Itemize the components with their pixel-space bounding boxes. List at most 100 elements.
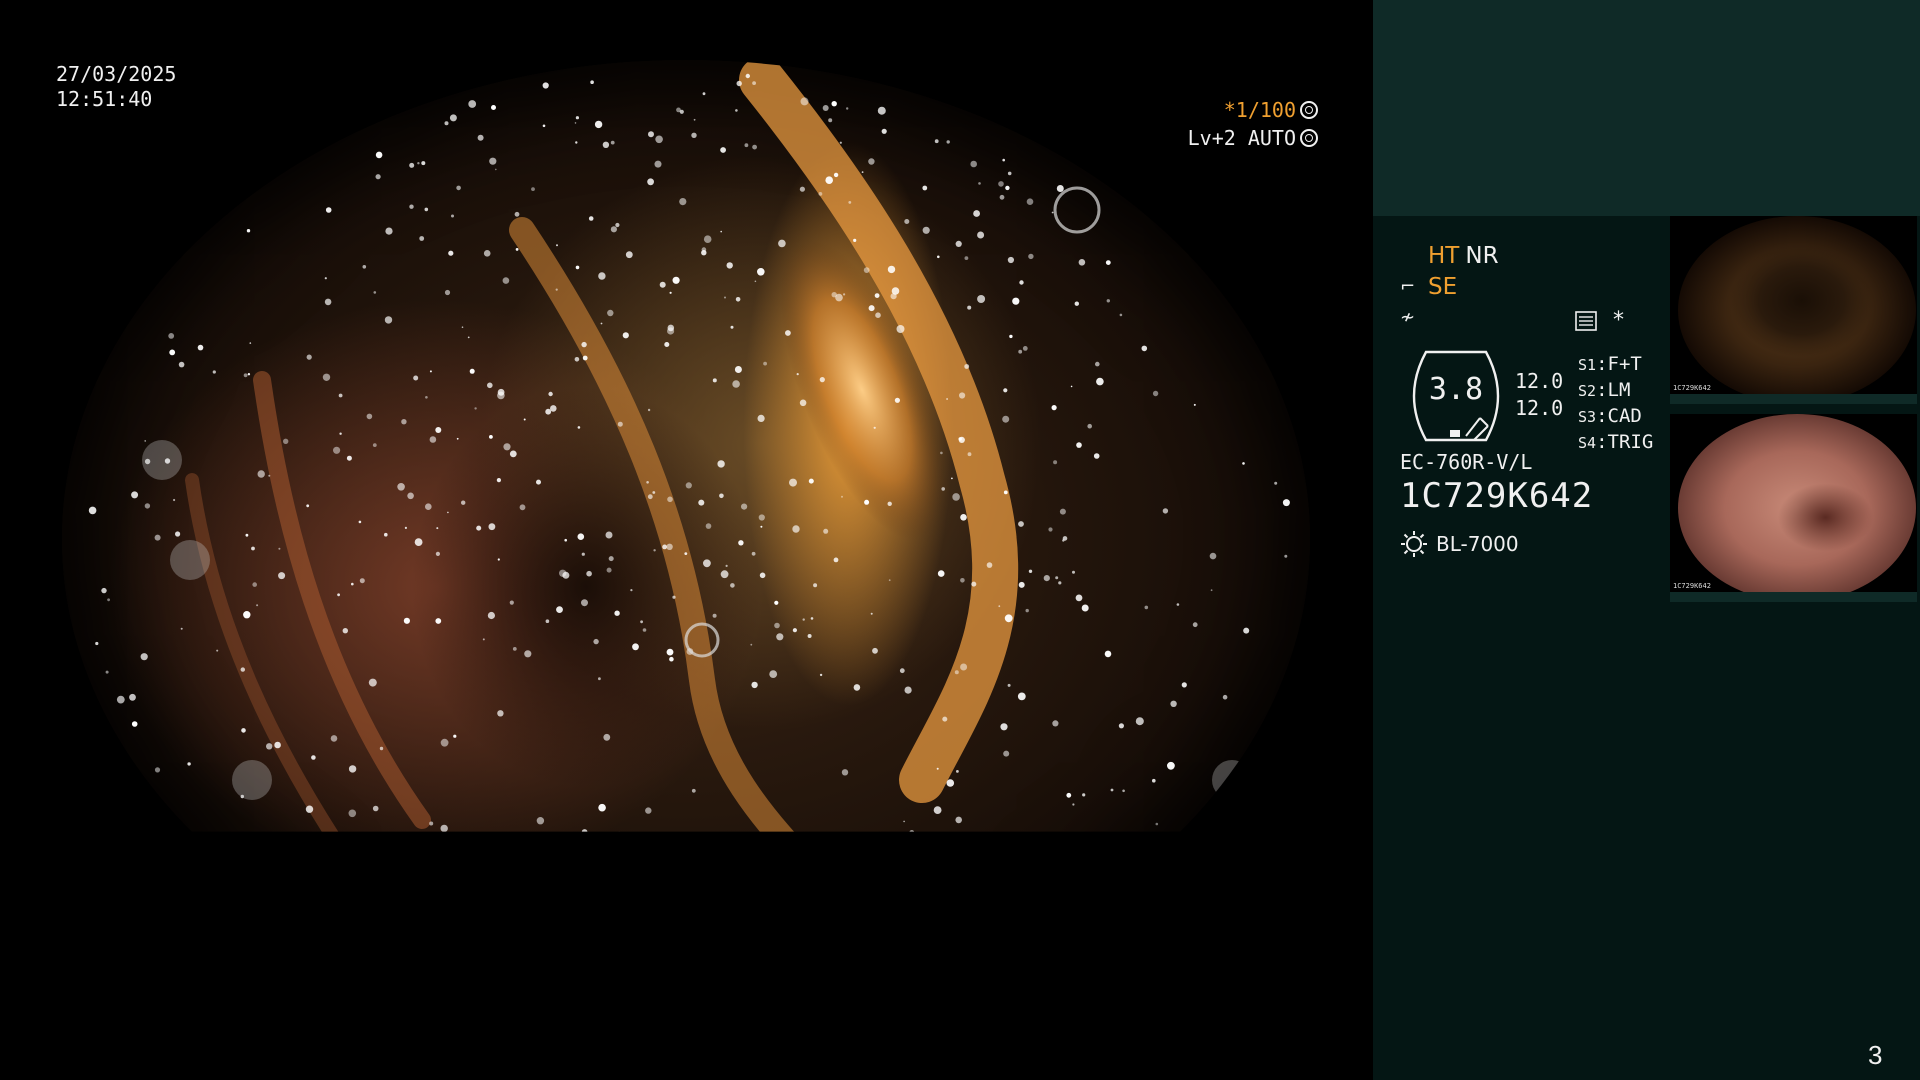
scope-number-1: 12.0 [1515, 369, 1564, 393]
specular-highlight [794, 982, 798, 986]
specular-highlight [757, 414, 765, 422]
specular-highlight [508, 974, 514, 980]
specular-highlight [88, 506, 97, 515]
specular-highlight [474, 407, 477, 410]
specular-highlight [899, 668, 905, 674]
specular-highlight [358, 520, 362, 524]
specular-highlight [732, 380, 740, 388]
specular-highlight [564, 538, 567, 542]
specular-highlight [212, 370, 216, 374]
specular-highlight [440, 824, 448, 832]
specular-highlight [536, 817, 545, 825]
info-panel: HT NR ⌐ SE ≁ * 3.8 12.0 12.0 S1:F+T S2:L… [1373, 0, 1920, 1080]
thumbnail-bar [1670, 592, 1917, 602]
specular-highlight [735, 297, 741, 302]
specular-highlight [154, 534, 161, 541]
specular-highlight [853, 238, 857, 242]
endoscopic-view-clip [0, 59, 1380, 986]
scope-gauge: 3.8 [1400, 350, 1512, 442]
specular-highlight [647, 178, 654, 186]
specular-highlight [368, 678, 377, 687]
specular-highlight [1007, 256, 1015, 264]
specular-highlight [1043, 575, 1050, 582]
specular-highlight [497, 558, 500, 561]
specular-highlight [653, 549, 656, 552]
mode-row-se: ⌐ SE [1400, 271, 1700, 302]
specular-highlight [800, 97, 809, 106]
specular-highlight [575, 141, 578, 144]
specular-highlight [904, 686, 912, 694]
specular-highlight [1167, 761, 1175, 770]
specular-highlight [942, 716, 948, 722]
specular-highlight [491, 105, 496, 110]
specular-highlight [698, 499, 705, 506]
specular-highlight [958, 437, 962, 441]
specular-highlight [645, 807, 652, 814]
specular-highlight [1119, 313, 1123, 317]
specular-highlight [808, 478, 814, 484]
specular-highlight [1210, 589, 1213, 592]
specular-highlight [1162, 508, 1169, 514]
specular-highlight [868, 305, 875, 312]
specular-highlight [324, 277, 327, 280]
specular-highlight [590, 80, 594, 84]
specular-highlight [1055, 576, 1059, 580]
specular-highlight [496, 478, 501, 483]
specular-highlight [448, 250, 454, 256]
specular-highlight [325, 207, 332, 213]
specular-highlight [240, 667, 245, 672]
endoscopic-texture [88, 60, 1290, 986]
specular-highlight [467, 336, 470, 339]
specular-highlight [758, 514, 765, 521]
specular-highlight [581, 341, 587, 348]
specular-highlight [864, 499, 870, 505]
specular-highlight [792, 628, 798, 633]
specular-highlight [904, 947, 910, 953]
specular-highlight [1093, 453, 1100, 459]
specular-highlight [825, 176, 833, 184]
specular-highlight [384, 532, 388, 537]
specular-highlight [1066, 792, 1072, 798]
specular-highlight [776, 633, 784, 641]
specular-highlight [409, 204, 414, 209]
date-text: 27/03/2025 [56, 62, 177, 86]
date-time-readout: 27/03/2025 12:51:40 [56, 62, 176, 112]
specular-highlight [955, 816, 962, 824]
specular-highlight [891, 287, 900, 295]
scope-model: EC-760R-V/L [1400, 450, 1533, 474]
specular-highlight [792, 525, 800, 533]
specular-highlight [679, 198, 687, 206]
specular-highlight [738, 540, 744, 546]
specular-highlight [444, 289, 451, 296]
specular-highlight [555, 288, 558, 291]
specular-highlight [909, 830, 915, 832]
specular-highlight [1081, 604, 1089, 612]
specular-highlight [703, 559, 711, 568]
specular-highlight [1110, 836, 1114, 840]
specular-highlight [751, 681, 758, 689]
scope-number-2: 12.0 [1515, 396, 1564, 420]
specular-highlight [877, 106, 886, 115]
specular-highlight [759, 572, 766, 579]
specular-highlight [593, 638, 599, 645]
specular-highlight [1072, 570, 1075, 574]
scope-serial: 1C729K642 [1400, 476, 1594, 516]
specular-highlight [473, 947, 481, 955]
specular-highlight [385, 227, 393, 235]
specular-highlight [252, 582, 257, 587]
captured-thumbnail-1[interactable]: 1C729K642 [1670, 216, 1917, 404]
specular-highlight [1122, 789, 1125, 793]
captured-thumbnail-2[interactable]: 1C729K642 [1670, 414, 1917, 602]
mode-row-ht-nr: HT NR [1400, 240, 1700, 271]
specular-highlight [342, 628, 348, 634]
specular-highlight [774, 622, 780, 629]
specular-highlight [409, 162, 415, 168]
specular-highlight [725, 564, 728, 567]
specular-highlight [752, 144, 757, 150]
specular-highlight [666, 543, 673, 550]
specular-highlight [819, 377, 825, 383]
specular-highlight [672, 276, 680, 284]
specular-highlight [1051, 211, 1054, 214]
specular-highlight [720, 230, 722, 233]
processor-settings: HT NR ⌐ SE ≁ * 3.8 12.0 12.0 S1:F+T S2:L… [1400, 240, 1700, 557]
